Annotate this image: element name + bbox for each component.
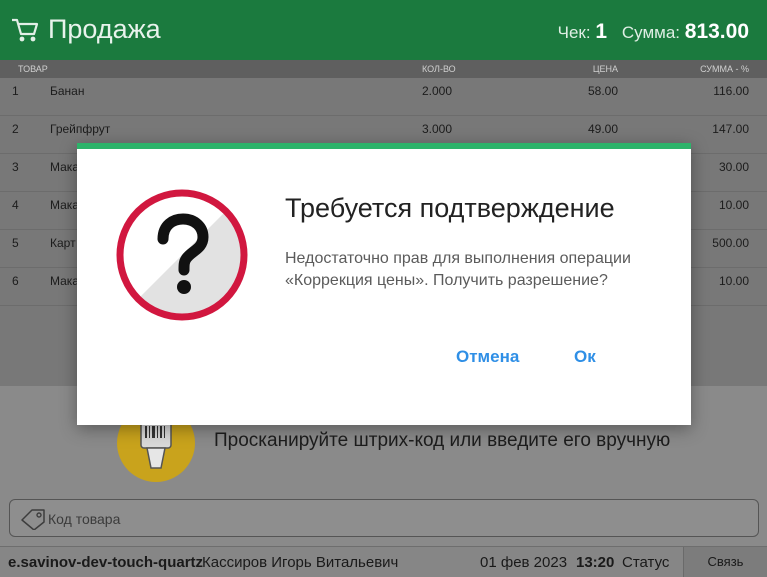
row-qty: 3.000 [422,122,453,136]
row-name: Грейпфрут [50,122,111,136]
row-sum: 500.00 [712,236,749,250]
status-button[interactable]: Статус [622,554,669,571]
row-sum: 116.00 [713,84,749,98]
column-header-qty: КОЛ-ВО [422,64,456,74]
column-header-price: ЦЕНА [592,64,618,74]
column-header-sum: СУММА - % [700,64,749,74]
dialog-message: Недостаточно прав для выполнения операци… [285,250,631,289]
tag-icon [21,509,45,530]
row-number: 5 [12,236,19,250]
row-number: 6 [12,274,19,288]
cart-icon [12,18,39,42]
cashier-name: Кассиров Игорь Витальевич [202,554,399,571]
host-name: e.savinov-dev-touch-quartz [8,554,204,571]
column-header-item: ТОВАР [18,64,48,74]
row-name: Мака [50,274,79,288]
product-code-field[interactable] [9,499,759,537]
cancel-button[interactable]: Отмена [456,347,519,367]
row-number: 3 [12,160,19,174]
app-header: Продажа Чек: 1 Сумма: 813.00 [0,0,767,60]
question-icon [116,189,248,321]
ok-button[interactable]: Ок [574,347,596,367]
connection-button[interactable]: Связь [683,547,767,577]
row-name: Мака [50,160,79,174]
row-sum: 147.00 [712,122,749,136]
scan-prompt: Просканируйте штрих-код или введите его … [214,430,671,451]
sum-value: 813.00 [684,20,749,43]
row-sum: 10.00 [718,198,749,212]
check-info: Чек: 1 [558,20,607,44]
sum-info: Сумма: 813.00 [622,20,749,44]
check-label: Чек: [557,23,591,42]
row-sum: 10.00 [718,274,749,288]
dialog-title: Требуется подтверждение [285,193,615,223]
table-row[interactable]: 1 Банан 2.000 58.00 116.00 [0,78,767,116]
current-time: 13:20 [576,554,615,571]
page-title: Продажа [48,14,161,44]
confirmation-dialog: Требуется подтверждение Недостаточно пра… [77,143,691,425]
row-number: 4 [12,198,19,212]
current-date: 01 фев 2023 [480,554,568,571]
product-code-input[interactable] [48,509,738,529]
check-number: 1 [595,20,607,43]
row-price: 58.00 [587,84,618,98]
row-number: 2 [12,122,19,136]
status-bar: e.savinov-dev-touch-quartz Кассиров Игор… [0,546,767,577]
row-name: Мака [50,198,79,212]
row-price: 49.00 [587,122,618,136]
row-name: Карт [50,236,76,250]
row-sum: 30.00 [718,160,749,174]
row-qty: 2.000 [422,84,453,98]
row-number: 1 [12,84,19,98]
row-name: Банан [50,84,85,98]
sum-label: Сумма: [621,23,681,42]
table-header: ТОВАР КОЛ-ВО ЦЕНА СУММА - % [0,60,767,78]
